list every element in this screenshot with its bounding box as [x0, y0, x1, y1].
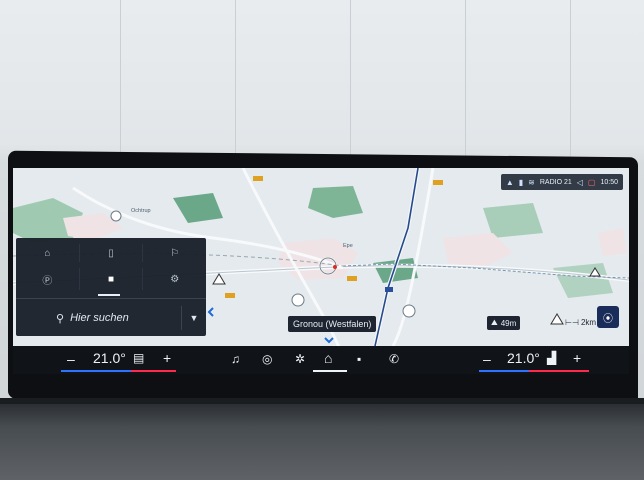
- home-active-indicator: [313, 370, 347, 372]
- phone-battery-icon: ▮: [518, 177, 524, 187]
- wall-tile-seam: [350, 0, 351, 160]
- town-label: Epe: [343, 243, 353, 249]
- elevation-value: 49m: [500, 318, 517, 328]
- wall-tile-seam: [120, 0, 121, 160]
- radio-station-label: RADIO 21: [539, 178, 572, 186]
- left-temp-increase-button[interactable]: +: [163, 350, 171, 366]
- mountain-icon: ⛰: [491, 318, 498, 327]
- charging-icon[interactable]: ■: [80, 268, 144, 290]
- active-indicator: [98, 294, 120, 296]
- parking-icon[interactable]: Ⓟ: [16, 268, 80, 290]
- seat-heat-icon[interactable]: ▤: [133, 351, 144, 365]
- music-icon[interactable]: ♫: [231, 352, 240, 366]
- compass-icon: ⦿: [603, 313, 613, 325]
- search-label: Hier suchen: [70, 312, 129, 324]
- right-temp-decrease-button[interactable]: –: [483, 351, 491, 367]
- wall-tile-seam: [465, 0, 466, 160]
- right-temp-gauge: [529, 370, 589, 372]
- radio-icon: ≋: [528, 177, 535, 187]
- quick-menu-panel: ⌂ ▯ ⚐ Ⓟ ■ ⚙ ⚲ Hier suchen ▼: [16, 238, 206, 336]
- infotainment-screen: Ochtrup Epe ▲ ▮ ≋ RADIO 21 ◁ ▢ 10:50 ⌂ ▯…: [13, 168, 629, 374]
- left-temperature: 21.0°: [93, 350, 126, 366]
- right-temp-gauge: [479, 370, 529, 372]
- chevron-down-icon[interactable]: ▼: [181, 306, 206, 330]
- wall-tile-seam: [235, 0, 236, 160]
- scale-bar-icon: ⊢⊣: [565, 318, 579, 327]
- phone-icon[interactable]: ✆: [389, 352, 399, 366]
- traffic-icon[interactable]: ⚐: [143, 244, 206, 262]
- navigation-active-icon: ▲: [505, 177, 514, 187]
- elevation-badge: ⛰ 49m: [487, 316, 521, 330]
- location-label[interactable]: Gronou (Westfalen): [288, 316, 377, 332]
- wall-tile-seam: [570, 0, 571, 160]
- route-icon[interactable]: ⌂: [16, 244, 80, 262]
- left-temp-decrease-button[interactable]: –: [67, 351, 75, 367]
- home-icon[interactable]: ⌂: [324, 350, 332, 366]
- navigation-icon[interactable]: ◎: [262, 352, 272, 366]
- settings-icon[interactable]: ⚙: [143, 268, 206, 290]
- seat-heat-icon[interactable]: ▟: [547, 351, 556, 365]
- right-temperature: 21.0°: [507, 350, 540, 366]
- search-field[interactable]: ⚲ Hier suchen ▼: [16, 300, 206, 336]
- town-label: Ochtrup: [131, 208, 151, 214]
- left-temp-gauge: [131, 370, 176, 372]
- search-icon: ⚲: [56, 312, 65, 325]
- clock: 10:50: [600, 178, 618, 186]
- compass-button[interactable]: ⦿: [597, 306, 619, 328]
- volume-icon: ◁: [576, 177, 583, 187]
- climate-bar: – 21.0° ▤ + ♫ ◎ ✲ ⌂ ▪ ✆ – 21.0° ▟ +: [13, 346, 629, 374]
- status-bar: ▲ ▮ ≋ RADIO 21 ◁ ▢ 10:50: [500, 174, 623, 190]
- fan-icon[interactable]: ✲: [295, 352, 305, 366]
- map-scale: ⊢⊣ 2km: [565, 318, 596, 327]
- divider: [16, 298, 206, 299]
- destination-icon[interactable]: ▯: [80, 244, 144, 262]
- apps-icon[interactable]: ▪: [357, 352, 361, 366]
- notification-icon: ▢: [587, 177, 596, 187]
- dashboard: [0, 404, 644, 480]
- right-temp-increase-button[interactable]: +: [573, 350, 581, 366]
- scale-value: 2km: [580, 318, 597, 327]
- left-temp-gauge: [61, 370, 131, 372]
